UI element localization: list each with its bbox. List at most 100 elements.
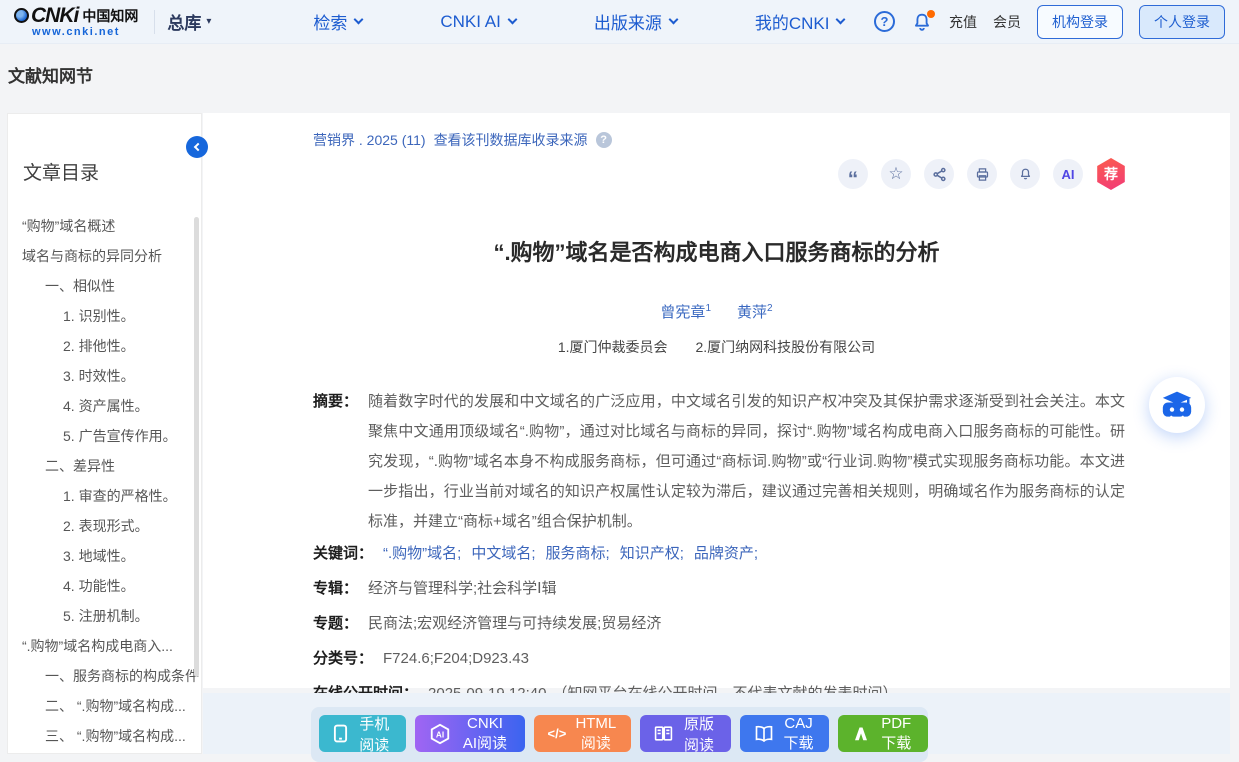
article-toolbar: “ ☆ AI 荐 xyxy=(838,158,1126,190)
toc-item[interactable]: 一、服务商标的构成条件 xyxy=(8,661,201,691)
print-icon[interactable] xyxy=(967,159,997,189)
toc-item[interactable]: 3. 地域性。 xyxy=(8,541,201,571)
question-help-icon[interactable]: ? xyxy=(596,132,612,148)
toc-item[interactable]: 4. 功能性。 xyxy=(8,571,201,601)
action-button-label: 原版阅读 xyxy=(681,713,716,755)
toc-item[interactable]: 二、 “.购物”域名构成... xyxy=(8,691,201,721)
toc-item[interactable]: 3. 时效性。 xyxy=(8,361,201,391)
chevron-down-icon xyxy=(668,15,678,25)
article-title: “.购物”域名是否构成电商入口服务商标的分析 xyxy=(203,235,1230,267)
db-source-link[interactable]: 查看该刊数据库收录来源 xyxy=(434,130,588,150)
affiliation-1: 1.厦门仲裁委员会 xyxy=(558,339,668,355)
toc-item[interactable]: 2. 排他性。 xyxy=(8,331,201,361)
journal-link[interactable]: 营销界 . 2025 (11) xyxy=(313,130,426,150)
authors-line: 曾宪章1 黄萍2 xyxy=(203,301,1230,322)
article-toc-sidebar: 文章目录 “购物”域名概述域名与商标的异同分析一、相似性1. 识别性。2. 排他… xyxy=(7,113,202,754)
action-button-label: CAJ下载 xyxy=(782,715,816,753)
pdf-icon xyxy=(852,725,870,742)
cnki-logo[interactable]: CNKi 中国知网 www.cnki.net xyxy=(14,5,138,38)
notification-dot xyxy=(927,10,935,18)
clc-label: 分类号： xyxy=(313,648,373,670)
org-login-button[interactable]: 机构登录 xyxy=(1037,5,1123,39)
action-button[interactable]: 手机阅读 xyxy=(319,715,406,752)
toc-item[interactable]: 4. 资产属性。 xyxy=(8,391,201,421)
author-affil-sup: 2 xyxy=(767,303,773,314)
help-icon[interactable]: ? xyxy=(874,11,895,32)
nav-menu-item[interactable]: 我的CNKI xyxy=(755,9,845,34)
notification-bell-icon[interactable] xyxy=(911,11,933,33)
logo-brand-text: CNKi xyxy=(31,5,78,26)
author-link[interactable]: 曾宪章1 xyxy=(660,304,711,321)
action-button[interactable]: AI CNKI AI阅读 xyxy=(415,715,524,752)
keyword-link[interactable]: 知识产权; xyxy=(620,543,684,565)
toc-item[interactable]: 2. 表现形式。 xyxy=(8,511,201,541)
action-button-label: 手机阅读 xyxy=(356,713,392,755)
logo-chinese-name: 中国知网 xyxy=(82,9,138,23)
toc-item[interactable]: 域名与商标的异同分析 xyxy=(8,241,201,271)
action-button[interactable]: PDF下载 xyxy=(838,715,928,752)
caret-down-icon: ▾ xyxy=(206,16,211,27)
nav-menu-item[interactable]: 检索 xyxy=(313,9,362,34)
journal-issue: . 2025 (11) xyxy=(359,132,426,148)
recommend-badge[interactable]: 荐 xyxy=(1096,158,1126,190)
toc-item[interactable]: 一、相似性 xyxy=(8,271,201,301)
share-icon[interactable] xyxy=(924,159,954,189)
chevron-left-icon xyxy=(194,143,202,151)
keywords-row: 关键词： “.购物”域名;中文域名;服务商标;知识产权;品牌资产; xyxy=(313,543,1125,565)
nav-menu-item[interactable]: CNKI AI xyxy=(440,9,515,34)
toc-item[interactable]: 三、 “.购物”域名构成... xyxy=(8,721,201,751)
author-link[interactable]: 黄萍2 xyxy=(737,304,773,321)
clc-value: F724.6;F204;D923.43 xyxy=(383,648,529,670)
chevron-down-icon xyxy=(507,15,517,25)
toc-item[interactable]: 5. 广告宣传作用。 xyxy=(8,421,201,451)
ai-icon[interactable]: AI xyxy=(1053,159,1083,189)
nav-menu-label: CNKI AI xyxy=(440,12,500,32)
personal-login-button[interactable]: 个人登录 xyxy=(1139,5,1225,39)
subscribe-bell-icon[interactable] xyxy=(1010,159,1040,189)
affiliations-line: 1.厦门仲裁委员会 2.厦门纳网科技股份有限公司 xyxy=(203,337,1230,357)
abstract-label: 摘要： xyxy=(313,387,358,537)
topic-row: 专题： 民商法;宏观经济管理与可持续发展;贸易经济 xyxy=(313,613,1125,635)
chevron-down-icon xyxy=(354,15,364,25)
clc-row: 分类号： F724.6;F204;D923.43 xyxy=(313,648,1125,670)
nav-menu-item[interactable]: 出版来源 xyxy=(594,9,677,34)
keywords-list: “.购物”域名; 中文域名; 服务商标; 知识产权; 品牌资产; xyxy=(383,543,758,565)
quote-icon[interactable]: “ xyxy=(838,159,868,189)
toc-item[interactable]: 二、差异性 xyxy=(8,451,201,481)
action-button-label: CNKI AI阅读 xyxy=(459,715,510,753)
action-button-label: PDF下载 xyxy=(878,715,914,753)
author-name: 黄萍 xyxy=(737,304,767,321)
sidebar-collapse-button[interactable] xyxy=(186,136,208,158)
logo-site-url: www.cnki.net xyxy=(14,27,138,38)
toc-item[interactable]: 5. 注册机制。 xyxy=(8,601,201,631)
author-affil-sup: 1 xyxy=(705,303,711,314)
library-dropdown-label: 总库 xyxy=(167,9,201,34)
keyword-link[interactable]: 中文域名; xyxy=(471,543,535,565)
series-label: 专辑： xyxy=(313,578,358,600)
code-icon: </> xyxy=(548,726,567,741)
journal-info-line: 营销界 . 2025 (11) 查看该刊数据库收录来源 ? xyxy=(313,130,612,150)
action-button[interactable]: 原版阅读 xyxy=(640,715,730,752)
keyword-link[interactable]: 服务商标; xyxy=(546,543,610,565)
keyword-link[interactable]: “.购物”域名; xyxy=(383,543,461,565)
divider xyxy=(154,10,155,34)
series-value: 经济与管理科学;社会科学Ⅰ辑 xyxy=(368,578,557,600)
toc-item[interactable]: 1. 识别性。 xyxy=(8,301,201,331)
toc-item[interactable]: “购物”域名概述 xyxy=(8,211,201,241)
library-dropdown[interactable]: 总库 ▾ xyxy=(167,9,211,34)
ai-assistant-robot-button[interactable] xyxy=(1149,377,1205,433)
keyword-link[interactable]: 品牌资产; xyxy=(694,543,758,565)
favorite-star-icon[interactable]: ☆ xyxy=(881,159,911,189)
member-link[interactable]: 会员 xyxy=(993,12,1021,32)
journal-name: 营销界 xyxy=(313,132,355,148)
nav-menu-label: 我的CNKI xyxy=(755,9,830,34)
toc-item[interactable]: “.购物”域名构成电商入... xyxy=(8,631,201,661)
recharge-link[interactable]: 充值 xyxy=(949,12,977,32)
author-name: 曾宪章 xyxy=(660,304,705,321)
action-button[interactable]: CAJ下载 xyxy=(740,715,830,752)
action-button[interactable]: </> HTML阅读 xyxy=(534,715,632,752)
toc-item[interactable]: 1. 审查的严格性。 xyxy=(8,481,201,511)
article-main-panel: 营销界 . 2025 (11) 查看该刊数据库收录来源 ? “ ☆ AI 荐 xyxy=(203,113,1230,688)
globe-logo-icon xyxy=(14,8,29,23)
sidebar-scrollbar[interactable] xyxy=(194,217,199,677)
